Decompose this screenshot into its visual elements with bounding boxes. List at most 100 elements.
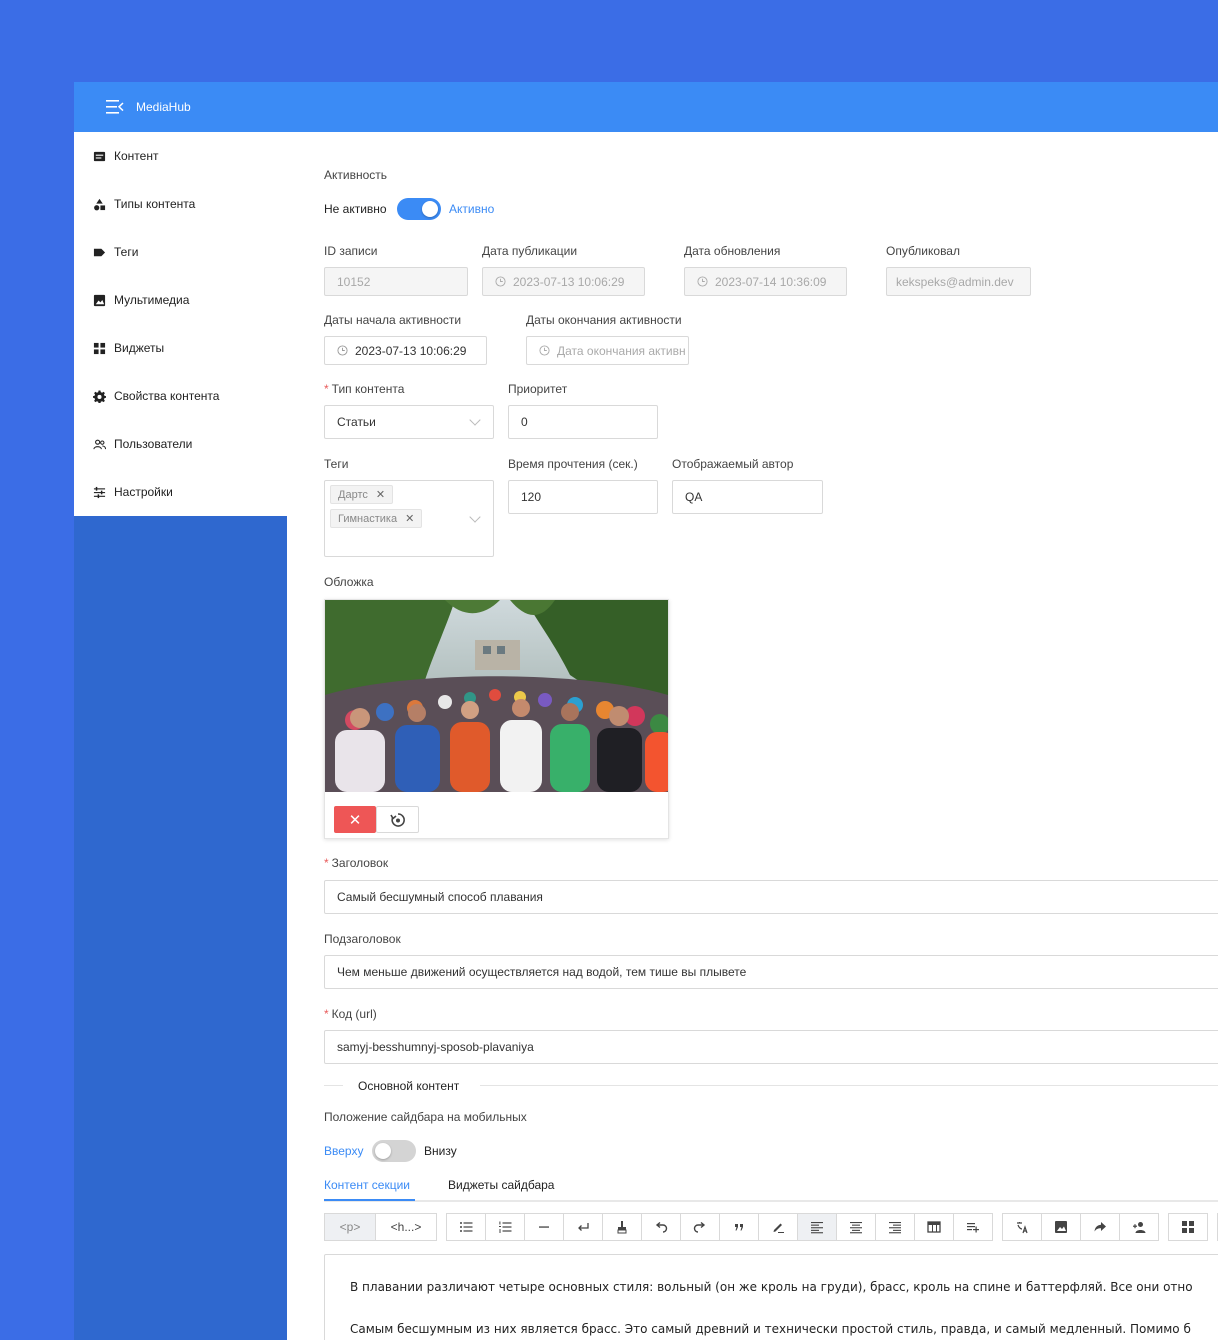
content-type-select[interactable]: Статьи bbox=[324, 405, 494, 439]
sidebar-item-label: Теги bbox=[114, 245, 139, 259]
tab-sidebar-widgets[interactable]: Виджеты сайдбара bbox=[448, 1178, 554, 1192]
quote-button[interactable] bbox=[719, 1213, 759, 1241]
priority-value: 0 bbox=[521, 415, 528, 429]
add-user-icon bbox=[1133, 1222, 1146, 1233]
title-label: * Заголовок bbox=[324, 856, 388, 870]
sidebar-item-tags[interactable]: Теги bbox=[74, 228, 287, 276]
sidebar-item-widgets[interactable]: Виджеты bbox=[74, 324, 287, 372]
sidebar-position-top-label: Вверху bbox=[324, 1144, 364, 1158]
activity-label: Активность bbox=[324, 168, 388, 182]
table-button[interactable] bbox=[914, 1213, 954, 1241]
align-right-button[interactable] bbox=[875, 1213, 915, 1241]
sidebar-item-label: Мультимедиа bbox=[114, 293, 190, 307]
title-input[interactable]: Самый бесшумный способ плавания bbox=[324, 880, 1218, 914]
line-break-button[interactable] bbox=[563, 1213, 603, 1241]
activity-off-label: Не активно bbox=[324, 202, 387, 216]
special-chars-button[interactable] bbox=[1002, 1213, 1042, 1241]
slug-label: * Код (url) bbox=[324, 1007, 377, 1021]
published-at-value: 2023-07-13 10:06:29 bbox=[513, 274, 625, 289]
insert-block-button[interactable] bbox=[953, 1213, 993, 1241]
sidebar-item-label: Свойства контента bbox=[114, 389, 220, 403]
ordered-list-button[interactable] bbox=[485, 1213, 525, 1241]
sidebar-item-settings[interactable]: Настройки bbox=[74, 468, 287, 516]
sidebar-item-content-properties[interactable]: Свойства контента bbox=[74, 372, 287, 420]
close-icon[interactable]: ✕ bbox=[376, 488, 385, 501]
widgets-button[interactable] bbox=[1168, 1213, 1208, 1241]
clear-format-button[interactable] bbox=[602, 1213, 642, 1241]
sidebar-position-label: Положение сайдбара на мобильных bbox=[324, 1110, 527, 1124]
sidebar-item-multimedia[interactable]: Мультимедиа bbox=[74, 276, 287, 324]
content-type-value: Статьи bbox=[337, 415, 376, 429]
published-by-label: Опубликовал bbox=[886, 244, 960, 258]
published-by-value: kekspeks@admin.dev bbox=[896, 274, 1014, 289]
section-divider-right bbox=[480, 1085, 1218, 1086]
pen-icon bbox=[773, 1223, 784, 1233]
content-icon bbox=[93, 151, 106, 161]
read-time-label: Время прочтения (сек.) bbox=[508, 457, 638, 471]
priority-label: Приоритет bbox=[508, 382, 568, 396]
sidebar-item-label: Контент bbox=[114, 149, 159, 163]
priority-input[interactable]: 0 bbox=[508, 405, 658, 439]
ordered-list-icon bbox=[499, 1221, 512, 1233]
sidebar-menu: Контент Типы контента Теги Мультимедиа В… bbox=[74, 132, 287, 516]
paragraph-button[interactable]: <p> bbox=[324, 1213, 376, 1241]
bullet-list-button[interactable] bbox=[446, 1213, 486, 1241]
cover-label: Обложка bbox=[324, 575, 374, 589]
display-author-input[interactable]: QA bbox=[672, 480, 823, 514]
redo-icon bbox=[693, 1221, 706, 1233]
record-id-label: ID записи bbox=[324, 244, 378, 258]
toggle-knob bbox=[375, 1143, 391, 1159]
translate-icon bbox=[1017, 1222, 1028, 1234]
tags-label: Теги bbox=[324, 457, 349, 471]
read-time-input[interactable]: 120 bbox=[508, 480, 658, 514]
sidebar-item-users[interactable]: Пользователи bbox=[74, 420, 287, 468]
horizontal-rule-button[interactable] bbox=[524, 1213, 564, 1241]
sidebar-position-toggle[interactable] bbox=[372, 1140, 416, 1162]
content-editor[interactable]: В плавании различают четыре основных сти… bbox=[324, 1254, 1218, 1340]
delete-cover-button[interactable]: ✕ bbox=[334, 806, 376, 833]
activity-on-label: Активно bbox=[449, 202, 495, 216]
main-form: Активность Не активно Активно ID записи … bbox=[287, 132, 1218, 1340]
published-at-field: 2023-07-13 10:06:29 bbox=[482, 267, 645, 296]
section-divider-left bbox=[324, 1085, 343, 1086]
redo-button[interactable] bbox=[680, 1213, 720, 1241]
heading-button[interactable]: <h...> bbox=[375, 1213, 437, 1241]
slug-input[interactable]: samyj-besshumnyj-sposob-plavaniya bbox=[324, 1030, 1218, 1064]
align-center-button[interactable] bbox=[836, 1213, 876, 1241]
insert-link-button[interactable] bbox=[1080, 1213, 1120, 1241]
text-color-button[interactable] bbox=[758, 1213, 798, 1241]
sidebar-item-label: Настройки bbox=[114, 485, 173, 499]
enter-icon bbox=[578, 1223, 589, 1231]
sidebar-item-label: Пользователи bbox=[114, 437, 193, 451]
bullet-list-icon bbox=[460, 1222, 473, 1232]
activity-toggle[interactable] bbox=[397, 198, 441, 220]
sidebar-item-content-types[interactable]: Типы контента bbox=[74, 180, 287, 228]
close-icon[interactable]: ✕ bbox=[405, 512, 414, 525]
tag-chip-label: Дартс bbox=[338, 488, 368, 501]
main-content-divider-label: Основной контент bbox=[358, 1079, 460, 1093]
display-author-label: Отображаемый автор bbox=[672, 457, 794, 471]
subtitle-input[interactable]: Чем меньше движений осуществляется над в… bbox=[324, 955, 1218, 989]
active-to-field[interactable]: Дата окончания активн bbox=[526, 336, 689, 365]
rotate-cover-button[interactable] bbox=[376, 806, 419, 833]
content-type-label: * Тип контента bbox=[324, 382, 404, 396]
active-from-value: 2023-07-13 10:06:29 bbox=[355, 343, 467, 358]
cover-photo-illustration bbox=[325, 600, 668, 792]
menu-fold-icon[interactable] bbox=[106, 100, 124, 114]
brush-icon bbox=[617, 1221, 627, 1234]
sidebar: Контент Типы контента Теги Мультимедиа В… bbox=[74, 132, 287, 1340]
clock-icon bbox=[495, 276, 506, 287]
chevron-down-icon bbox=[469, 414, 481, 426]
undo-button[interactable] bbox=[641, 1213, 681, 1241]
sidebar-item-content[interactable]: Контент bbox=[74, 132, 287, 180]
undo-icon bbox=[655, 1221, 668, 1233]
align-right-icon bbox=[889, 1222, 901, 1234]
add-person-button[interactable] bbox=[1119, 1213, 1159, 1241]
published-by-field: kekspeks@admin.dev bbox=[886, 267, 1031, 296]
slug-value: samyj-besshumnyj-sposob-plavaniya bbox=[337, 1040, 534, 1054]
horizontal-rule-icon bbox=[539, 1226, 549, 1228]
tab-section-content[interactable]: Контент секции bbox=[324, 1178, 410, 1192]
insert-image-button[interactable] bbox=[1041, 1213, 1081, 1241]
align-left-button[interactable] bbox=[797, 1213, 837, 1241]
active-from-field[interactable]: 2023-07-13 10:06:29 bbox=[324, 336, 487, 365]
